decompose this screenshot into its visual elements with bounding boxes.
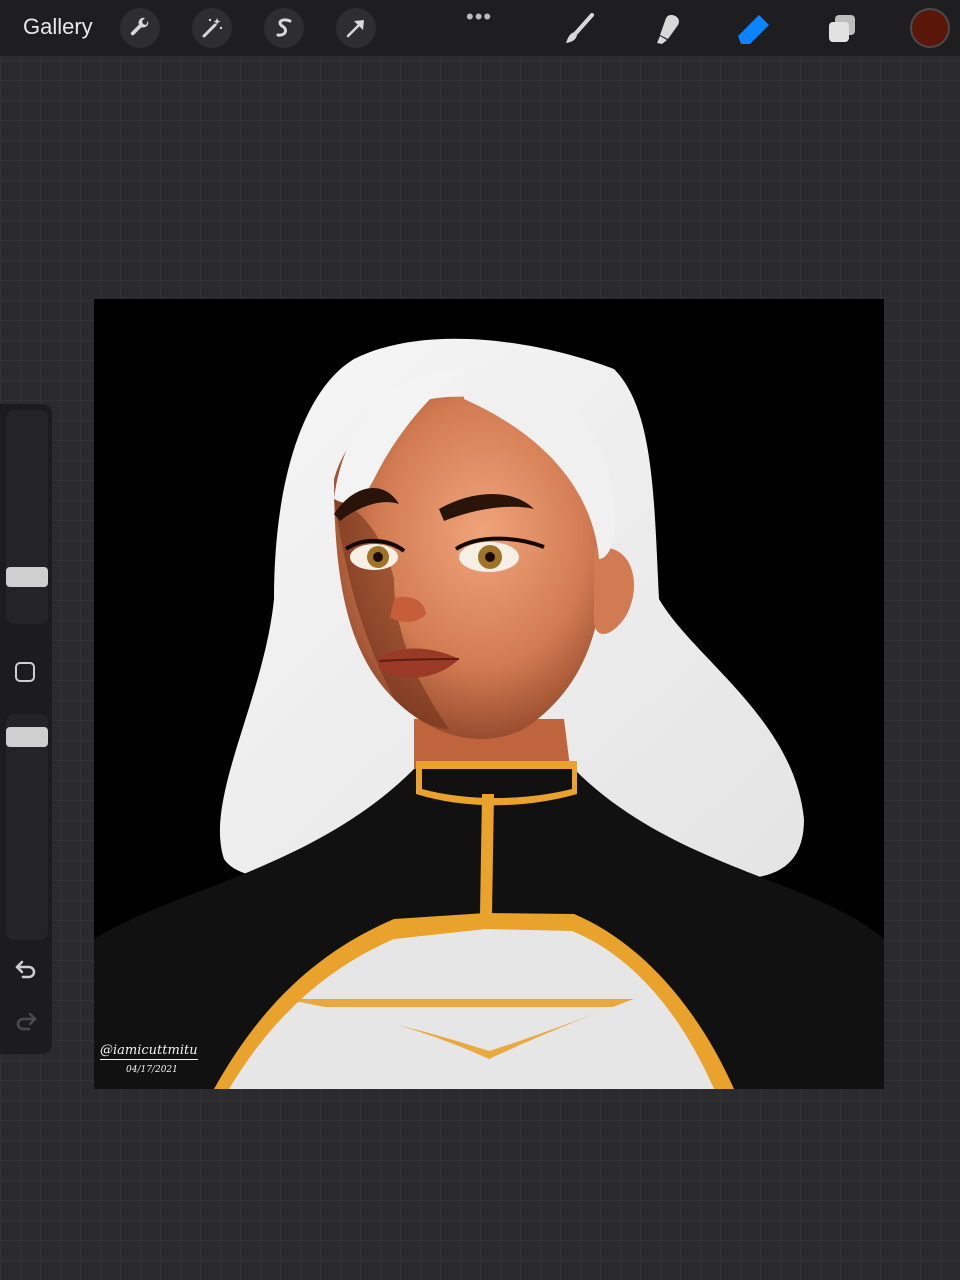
selection-s-icon bbox=[276, 18, 292, 37]
gallery-button[interactable]: Gallery bbox=[23, 14, 93, 40]
brush-icon bbox=[566, 13, 594, 43]
more-options-button[interactable]: ••• bbox=[466, 4, 492, 30]
transform-button[interactable] bbox=[336, 8, 376, 48]
eraser-tool-button[interactable] bbox=[735, 10, 773, 48]
smudge-tool-button[interactable] bbox=[648, 10, 686, 48]
actions-button[interactable] bbox=[120, 8, 160, 48]
undo-arrow-icon[interactable] bbox=[13, 956, 39, 982]
layers-button[interactable] bbox=[823, 10, 861, 48]
brush-size-slider[interactable] bbox=[6, 410, 48, 624]
eraser-icon bbox=[738, 15, 769, 44]
layers-icon bbox=[829, 15, 855, 42]
center-seam bbox=[480, 794, 494, 914]
opacity-slider[interactable] bbox=[6, 714, 48, 940]
arrow-cursor-icon bbox=[346, 20, 364, 38]
wrench-icon bbox=[130, 17, 149, 36]
smudge-icon bbox=[657, 15, 680, 44]
brush-size-thumb[interactable] bbox=[6, 567, 48, 587]
left-sidebar bbox=[0, 404, 52, 1054]
color-picker-button[interactable] bbox=[910, 8, 950, 48]
artist-signature: @iamicuttmitu bbox=[100, 1043, 198, 1060]
modify-button[interactable] bbox=[15, 662, 35, 682]
redo-arrow-icon[interactable] bbox=[13, 1008, 39, 1034]
brush-tool-button[interactable] bbox=[561, 10, 599, 48]
magic-wand-icon bbox=[202, 18, 223, 38]
drawing-canvas[interactable]: @iamicuttmitu 04/17/2021 bbox=[94, 299, 884, 1089]
opacity-thumb[interactable] bbox=[6, 727, 48, 747]
selection-button[interactable] bbox=[264, 8, 304, 48]
artwork-illustration bbox=[94, 338, 884, 1089]
adjustments-button[interactable] bbox=[192, 8, 232, 48]
artwork-date: 04/17/2021 bbox=[126, 1065, 178, 1075]
top-toolbar: Gallery ••• bbox=[0, 0, 960, 56]
